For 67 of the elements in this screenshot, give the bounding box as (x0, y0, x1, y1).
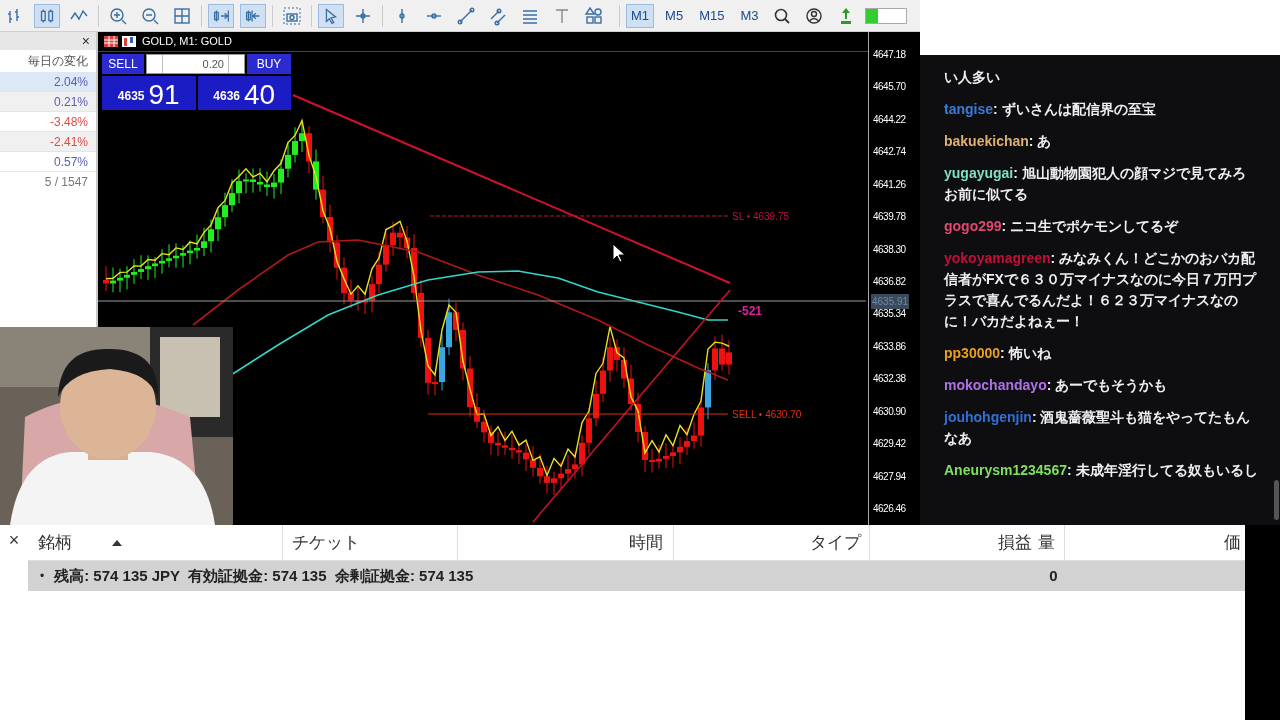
chat-message: pp30000: 怖いね (944, 344, 1052, 363)
price-label: 4626.46 (873, 502, 906, 516)
trend-line[interactable] (292, 94, 731, 284)
price-label: 4645.70 (873, 80, 906, 95)
chat-message: mokochandayo: あーでもそうかも (944, 376, 1169, 395)
column-header[interactable]: 損益 (998, 529, 1032, 556)
connection-meter-icon (865, 7, 908, 24)
price-label: 4629.42 (873, 437, 906, 452)
column-header[interactable]: 銘柄 (38, 529, 72, 556)
close-icon[interactable]: × (81, 34, 90, 48)
auto-scroll-icon[interactable] (208, 3, 234, 28)
order-label: SELL • 4630.70 (732, 408, 802, 422)
price-label: 4636.82 (873, 275, 906, 289)
price-label: 4642.74 (873, 145, 906, 160)
current-price-label: 4635.91 (871, 294, 910, 309)
chat-message: jouhohgenjin: 酒鬼薔薇聖斗も猫をやってたもんなあ (944, 408, 1252, 448)
price-label: 4647.18 (873, 48, 906, 62)
profit-label: -521 (738, 303, 763, 320)
balance-summary: 残高: 574 135 JPY 有効証拠金: 574 135 余剰証拠金: 574 135 (53, 565, 475, 586)
bullet-icon: • (28, 567, 45, 585)
column-header[interactable]: 毎日の変化 (0, 50, 96, 72)
change-cell[interactable]: 2.04% (0, 72, 96, 92)
chart-icon (122, 36, 136, 47)
price-label: 4641.26 (873, 177, 906, 192)
price-label: 4632.38 (873, 372, 906, 387)
timeframe-button[interactable]: M1 (626, 3, 655, 28)
column-header[interactable]: チケット (292, 529, 360, 556)
timeframe-button[interactable]: M5 (660, 3, 689, 28)
chat-message: gogo299: ニコ生でポケモンしてるぞ (944, 217, 1180, 236)
price-label: 4638.30 (873, 242, 906, 257)
chat-message: bakuekichan: あ (944, 132, 1053, 151)
chat-message: い人多い (944, 68, 1001, 87)
scrollbar-thumb[interactable] (1274, 480, 1279, 520)
candlestick-icon[interactable] (34, 3, 60, 28)
stop-loss-label: SL • 4639.75 (732, 210, 790, 224)
column-header[interactable]: 量 (1038, 529, 1055, 556)
profit-value: 0 (1049, 565, 1058, 586)
price-label: 4635.34 (873, 307, 906, 322)
sell-price-button[interactable]: 4635 91 (102, 76, 196, 110)
cursor-icon (612, 243, 626, 263)
price-label: 4630.90 (873, 404, 906, 419)
column-header[interactable]: 時間 (629, 529, 663, 556)
lot-field[interactable]: 0.20 (146, 54, 245, 74)
symbol-count: 5 / 1547 (43, 174, 89, 191)
trend-line[interactable] (532, 289, 731, 523)
change-cell[interactable]: -2.41% (0, 132, 96, 152)
chat-message: yugayugai: 旭山動物園犯人の顔マジで見てみろお前に似てる (944, 164, 1247, 204)
grid-icon (104, 36, 118, 47)
chat-message: tangise: ずいさんは配信界の至宝 (944, 100, 1157, 119)
chart-title: GOLD, M1: GOLD (142, 34, 232, 50)
chat-message: Aneurysm1234567: 未成年淫行してる奴もいるし (944, 461, 1258, 480)
buy-price-button[interactable]: 4636 40 (197, 76, 291, 110)
price-label: 4633.86 (873, 339, 906, 354)
timeframe-button[interactable]: M3 (735, 3, 764, 28)
price-label: 4627.94 (873, 469, 906, 484)
column-header[interactable]: 価 (1224, 529, 1241, 556)
sell-button[interactable]: SELL (102, 54, 144, 74)
change-cell[interactable]: 0.21% (0, 92, 96, 112)
timeframe-button[interactable]: M15 (694, 3, 730, 28)
price-label: 4644.22 (873, 112, 906, 127)
chat-message: yokoyamagreen: みなみくん！どこかのおバカ配信者がFXで６３０万マイナスなのに今日７万円プラスで喜んでるんだよ！６２３万マイナスなのに！バカだよねぇー！ (944, 249, 1258, 331)
price-label: 4639.78 (873, 210, 906, 225)
cursor-icon[interactable] (318, 3, 344, 28)
order-line[interactable] (427, 413, 729, 415)
chart-shift-icon[interactable] (240, 3, 266, 28)
buy-button[interactable]: BUY (247, 54, 291, 74)
column-header[interactable]: タイプ (810, 529, 861, 556)
